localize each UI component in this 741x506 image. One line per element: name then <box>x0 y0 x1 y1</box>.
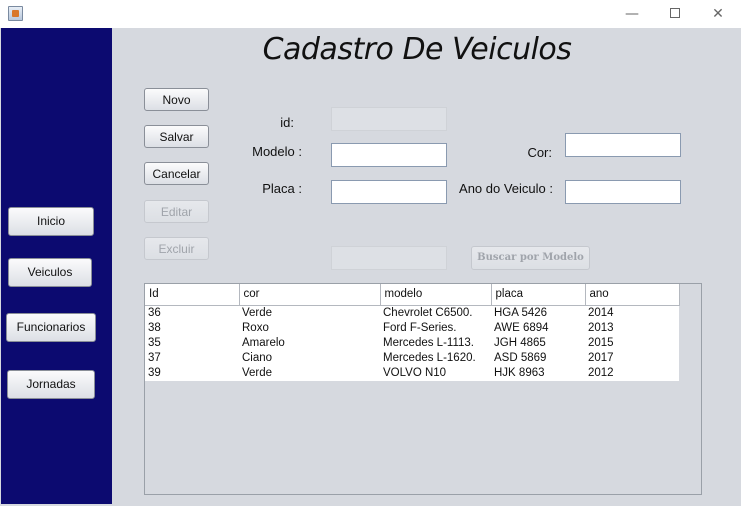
cell-cor: Amarelo <box>239 335 380 351</box>
cell-modelo: Mercedes L-1113. <box>380 335 491 351</box>
search-modelo-field[interactable] <box>331 246 447 270</box>
modelo-field[interactable] <box>331 143 447 167</box>
java-app-icon <box>8 6 23 21</box>
placa-field[interactable] <box>331 180 447 204</box>
id-label: id: <box>280 115 294 130</box>
cell-modelo: VOLVO N10 <box>380 365 491 381</box>
ano-label: Ano do Veiculo : <box>459 181 553 196</box>
table-row[interactable]: 37 Ciano Mercedes L-1620. ASD 5869 2017 <box>145 350 679 366</box>
modelo-label: Modelo : <box>252 144 302 159</box>
cell-id: 36 <box>145 305 239 321</box>
excluir-button[interactable]: Excluir <box>144 237 209 260</box>
maximize-button[interactable] <box>660 4 690 24</box>
cell-id: 37 <box>145 350 239 366</box>
cell-placa: HJK 8963 <box>491 365 585 381</box>
column-header-placa[interactable]: placa <box>491 284 586 306</box>
title-bar: — ✕ <box>0 0 741 28</box>
cell-id: 35 <box>145 335 239 351</box>
cell-id: 38 <box>145 320 239 336</box>
cell-modelo: Mercedes L-1620. <box>380 350 491 366</box>
table-row[interactable]: 36 Verde Chevrolet C6500. HGA 5426 2014 <box>145 305 679 321</box>
cell-ano: 2014 <box>585 305 679 321</box>
cell-modelo: Ford F-Series. <box>380 320 491 336</box>
sidebar-item-jornadas[interactable]: Jornadas <box>7 370 95 399</box>
maximize-icon <box>670 7 680 18</box>
placa-label: Placa : <box>262 181 302 196</box>
editar-button[interactable]: Editar <box>144 200 209 223</box>
cell-ano: 2012 <box>585 365 679 381</box>
cell-placa: AWE 6894 <box>491 320 585 336</box>
page-title: Cadastro De Veiculos <box>262 32 572 67</box>
sidebar: Inicio Veiculos Funcionarios Jornadas <box>1 28 112 504</box>
cell-cor: Verde <box>239 365 380 381</box>
cor-label: Cor: <box>527 145 552 160</box>
table-header-row: Id cor modelo placa ano <box>145 284 680 306</box>
cancelar-button[interactable]: Cancelar <box>144 162 209 185</box>
sidebar-item-veiculos[interactable]: Veiculos <box>8 258 92 287</box>
column-header-cor[interactable]: cor <box>239 284 381 306</box>
minimize-button[interactable]: — <box>617 4 647 24</box>
table-row[interactable]: 35 Amarelo Mercedes L-1113. JGH 4865 201… <box>145 335 679 351</box>
cell-cor: Roxo <box>239 320 380 336</box>
cell-id: 39 <box>145 365 239 381</box>
cor-field[interactable] <box>565 133 681 157</box>
cell-placa: HGA 5426 <box>491 305 585 321</box>
table-row[interactable]: 38 Roxo Ford F-Series. AWE 6894 2013 <box>145 320 679 336</box>
content-panel: Cadastro De Veiculos Novo Salvar Cancela… <box>112 28 741 506</box>
cell-modelo: Chevrolet C6500. <box>380 305 491 321</box>
cell-placa: ASD 5869 <box>491 350 585 366</box>
ano-field[interactable] <box>565 180 681 204</box>
cell-cor: Verde <box>239 305 380 321</box>
close-button[interactable]: ✕ <box>703 4 733 24</box>
sidebar-item-inicio[interactable]: Inicio <box>8 207 94 236</box>
cell-cor: Ciano <box>239 350 380 366</box>
vehicles-table[interactable]: Id cor modelo placa ano 36 Verde Chevrol… <box>144 283 702 495</box>
id-field[interactable] <box>331 107 447 131</box>
column-header-modelo[interactable]: modelo <box>380 284 492 306</box>
salvar-button[interactable]: Salvar <box>144 125 209 148</box>
novo-button[interactable]: Novo <box>144 88 209 111</box>
vehicles-grid: Id cor modelo placa ano 36 Verde Chevrol… <box>145 284 680 381</box>
cell-ano: 2017 <box>585 350 679 366</box>
table-row[interactable]: 39 Verde VOLVO N10 HJK 8963 2012 <box>145 365 679 381</box>
sidebar-item-funcionarios[interactable]: Funcionarios <box>6 313 96 342</box>
search-button[interactable]: Buscar por Modelo <box>471 246 590 270</box>
cell-ano: 2015 <box>585 335 679 351</box>
column-header-ano[interactable]: ano <box>585 284 680 306</box>
main-frame: Inicio Veiculos Funcionarios Jornadas Ca… <box>0 28 741 506</box>
cell-ano: 2013 <box>585 320 679 336</box>
column-header-id[interactable]: Id <box>145 284 240 306</box>
cell-placa: JGH 4865 <box>491 335 585 351</box>
